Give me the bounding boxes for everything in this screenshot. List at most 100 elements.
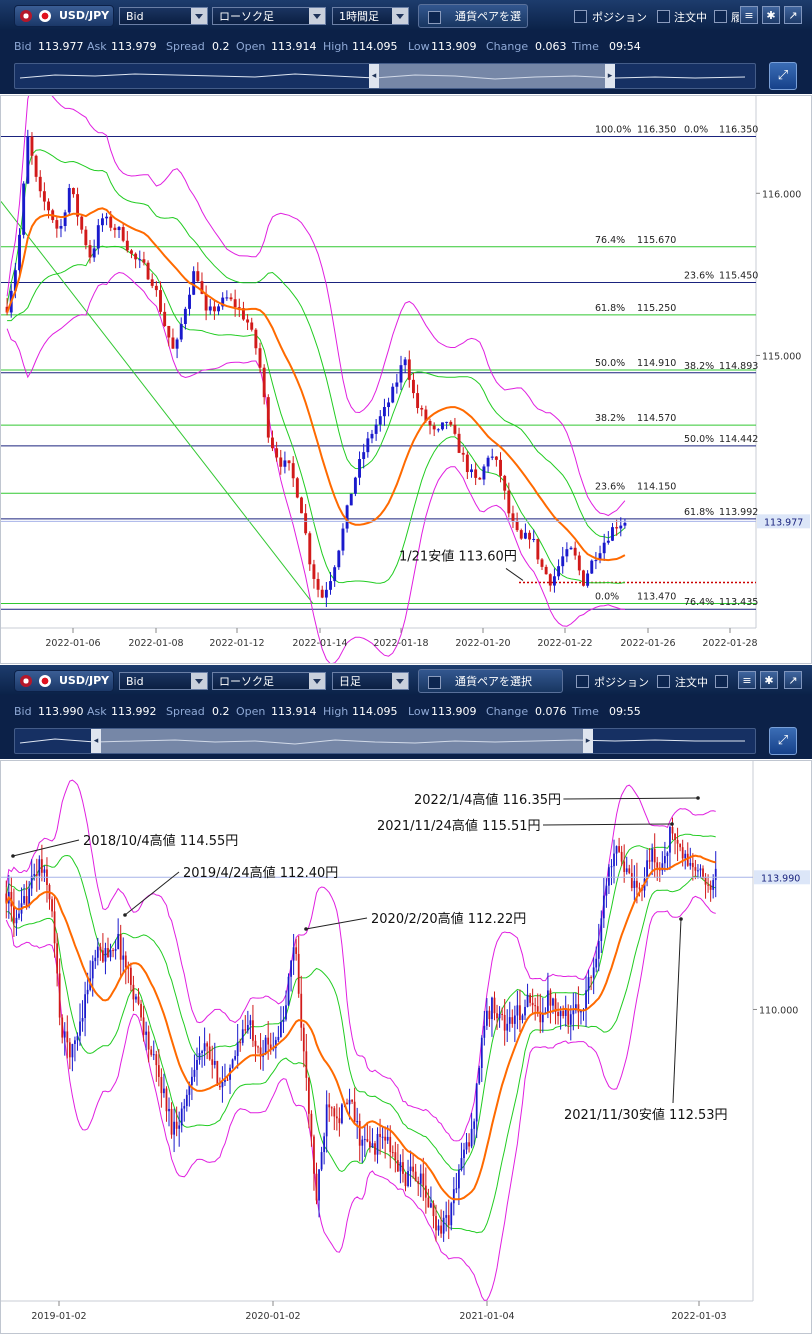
candle-body	[233, 299, 237, 308]
x-tick-label: 2022-01-08	[128, 638, 183, 649]
chevron-down-icon	[392, 8, 408, 24]
candle-body	[40, 859, 43, 873]
fib-level-label: 38.2%	[684, 361, 714, 372]
candle-body	[43, 869, 46, 873]
candle-body	[468, 1142, 470, 1147]
navigator-right-handle[interactable]: ▸	[583, 729, 593, 753]
candle-body	[493, 997, 496, 1014]
candle-body	[453, 424, 457, 434]
price-type-select[interactable]: Bid	[119, 672, 208, 690]
open-value: 113.914	[271, 40, 317, 53]
candle-body	[135, 996, 137, 1000]
annotation-arrow-head	[696, 796, 700, 800]
position-checkbox[interactable]	[574, 10, 587, 23]
select-pair-button[interactable]: 通貨ペアを選択	[418, 669, 563, 693]
timeframe-select[interactable]: 1時間足	[332, 7, 409, 25]
history-checkbox[interactable]	[714, 10, 727, 23]
daily-chart-svg: 110.000 113.990 2019-01-02 2020-01-02 2021-0…	[1, 761, 810, 1322]
annotation-arrow	[124, 871, 180, 916]
candle-body	[86, 989, 89, 995]
candle-body	[155, 1054, 158, 1066]
select-pair-button[interactable]: 通貨ペアを選択	[418, 4, 528, 47]
chart-style-select[interactable]: ローソク足	[212, 672, 326, 690]
annotation-arrow	[12, 839, 80, 857]
candle-body	[374, 1143, 376, 1155]
gear-icon[interactable]: ✱	[762, 6, 780, 24]
fib-price-label: 113.435	[719, 597, 758, 608]
navigator-left-handle[interactable]: ◂	[369, 64, 379, 88]
candle-body	[387, 402, 391, 408]
symbol-button[interactable]: USD/JPY	[14, 5, 114, 27]
fib-level-label: 0.0%	[595, 592, 619, 603]
candle-body	[595, 958, 598, 968]
position-checkbox[interactable]	[576, 675, 589, 688]
x-tick-label: 2019-01-02	[31, 1311, 86, 1322]
expand-icon[interactable]: ⤢	[769, 62, 797, 90]
candle-body	[646, 860, 648, 879]
order-label: 注文中	[674, 11, 707, 24]
candle-body	[225, 297, 229, 299]
time-value: 09:54	[609, 40, 641, 53]
popout-icon[interactable]: ↗	[784, 671, 802, 689]
history-checkbox[interactable]	[715, 675, 728, 688]
candle-body	[353, 1101, 356, 1123]
navigator-left-handle[interactable]: ◂	[91, 729, 101, 753]
candle-body	[447, 1215, 450, 1226]
navigator-scrollbar[interactable]: ◂ ▸	[14, 728, 756, 754]
candle-body	[167, 325, 171, 338]
menu-icon[interactable]: ≡	[738, 671, 756, 689]
fib-level-label: 0.0%	[684, 125, 708, 136]
symbol-button[interactable]: USD/JPY	[14, 670, 114, 692]
expand-icon[interactable]: ⤢	[769, 727, 797, 755]
order-checkbox[interactable]	[657, 10, 670, 23]
candle-body	[55, 220, 59, 229]
candle-body	[137, 996, 140, 1004]
order-checkbox[interactable]	[657, 675, 670, 688]
navigator-scrollbar[interactable]: ◂ ▸	[14, 63, 756, 89]
candle-body	[297, 953, 300, 994]
chart-style-select[interactable]: ローソク足	[212, 7, 326, 25]
price-type-select[interactable]: Bid	[119, 7, 208, 25]
candle-body	[412, 1166, 415, 1172]
fib-price-label: 115.450	[719, 270, 758, 281]
fib-price-label: 114.570	[637, 413, 676, 424]
candle-body	[193, 1069, 196, 1077]
annotation-arrow	[505, 568, 524, 581]
candle-body	[246, 1024, 249, 1031]
candle-body	[648, 860, 651, 862]
candle-body	[402, 1162, 404, 1174]
candle-body	[442, 1217, 445, 1234]
candle-body	[345, 505, 349, 529]
candle-body	[552, 998, 554, 1006]
navigator-selection[interactable]	[91, 729, 593, 753]
candle-body	[277, 1036, 280, 1041]
bid-value: 113.990	[38, 705, 84, 718]
fib-level-label: 50.0%	[595, 358, 625, 369]
gear-icon[interactable]: ✱	[760, 671, 778, 689]
candle-body	[15, 917, 18, 924]
candle-body	[84, 229, 88, 246]
x-tick-label: 2022-01-22	[537, 638, 592, 649]
candle-body	[513, 1015, 516, 1024]
high-label: High	[323, 40, 349, 53]
candle-body	[633, 880, 636, 888]
navigator-selection[interactable]	[369, 64, 615, 88]
candle-body	[374, 424, 378, 434]
timeframe-select[interactable]: 日足	[332, 672, 409, 690]
candle-body	[618, 846, 620, 852]
jp-flag-icon	[39, 10, 51, 22]
candle-body	[562, 1010, 565, 1016]
candle-body	[623, 522, 627, 526]
candle-body	[547, 990, 549, 1013]
menu-icon[interactable]: ≡	[740, 6, 758, 24]
candle-body	[275, 448, 279, 458]
candle-body	[163, 1088, 165, 1094]
candle-body	[121, 227, 125, 241]
low-label: Low	[408, 705, 430, 718]
fib-price-label: 114.442	[719, 434, 758, 445]
popout-icon[interactable]: ↗	[784, 6, 802, 24]
candle-body	[81, 1018, 84, 1022]
candle-body	[478, 1067, 481, 1084]
navigator-right-handle[interactable]: ▸	[605, 64, 615, 88]
candle-body	[333, 1108, 336, 1117]
